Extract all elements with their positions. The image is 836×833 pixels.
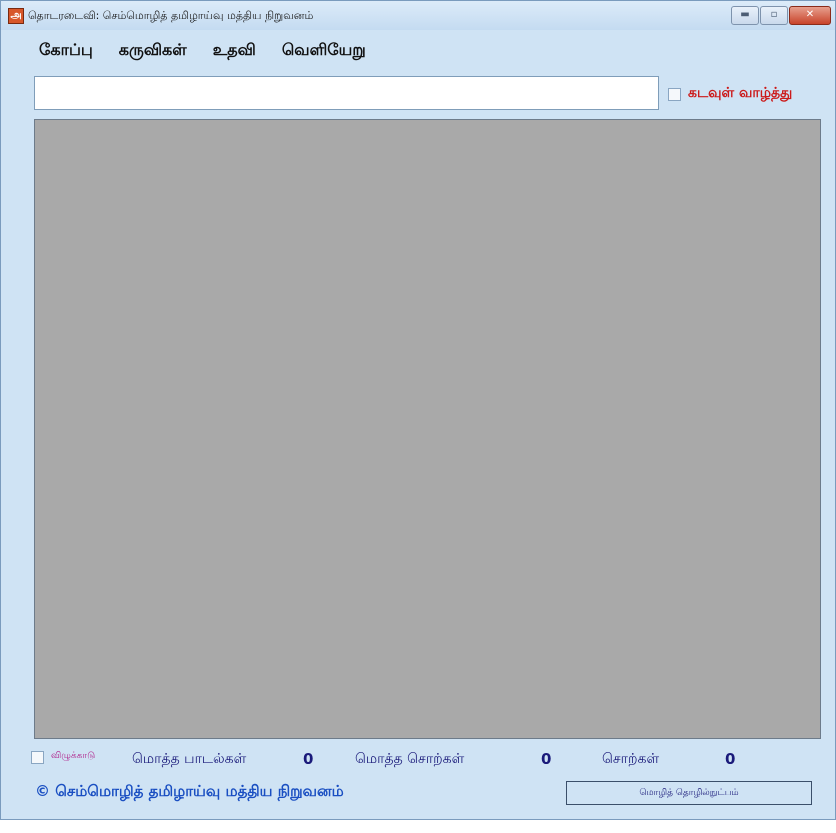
total-words-label: மொத்த சொற்கள் — [355, 751, 465, 767]
stats-row: விழுக்காடு மொத்த பாடல்கள் 0 மொத்த சொற்கள… — [1, 747, 835, 769]
language-technology-button[interactable]: மொழித் தொழில்நுட்பம் — [566, 781, 812, 805]
invocation-label: கடவுள் வாழ்த்து — [688, 85, 793, 101]
words-value: 0 — [725, 750, 736, 768]
app-window: அ தொடரடைவி: செம்மொழித் தமிழாய்வு மத்திய … — [0, 0, 836, 820]
menu-exit[interactable]: வெளியேறு — [282, 40, 366, 61]
menu-file[interactable]: கோப்பு — [39, 40, 93, 61]
search-input[interactable] — [34, 76, 659, 110]
title-bar[interactable]: அ தொடரடைவி: செம்மொழித் தமிழாய்வு மத்திய … — [1, 1, 835, 30]
invocation-checkbox[interactable] — [668, 88, 681, 101]
app-icon: அ — [8, 8, 24, 24]
zoom-label: விழுக்காடு — [51, 751, 96, 761]
minimize-button[interactable]: ▬ — [731, 6, 759, 25]
total-words-value: 0 — [541, 750, 552, 768]
total-poems-label: மொத்த பாடல்கள் — [132, 751, 247, 767]
menu-help[interactable]: உதவி — [213, 40, 256, 61]
zoom-checkbox[interactable] — [31, 751, 44, 764]
menu-bar: கோப்பு கருவிகள் உதவி வெளியேறு — [9, 31, 827, 69]
copyright-text: © செம்மொழித் தமிழாய்வு மத்திய நிறுவனம் — [35, 782, 344, 800]
results-display-area[interactable] — [34, 119, 821, 739]
menu-tools[interactable]: கருவிகள் — [119, 40, 187, 61]
close-button[interactable]: ✕ — [789, 6, 831, 25]
words-label: சொற்கள் — [602, 751, 660, 767]
window-controls: ▬ ▫ ✕ — [730, 6, 831, 25]
total-poems-value: 0 — [303, 750, 314, 768]
window-title: தொடரடைவி: செம்மொழித் தமிழாய்வு மத்திய நி… — [28, 9, 314, 22]
maximize-button[interactable]: ▫ — [760, 6, 788, 25]
